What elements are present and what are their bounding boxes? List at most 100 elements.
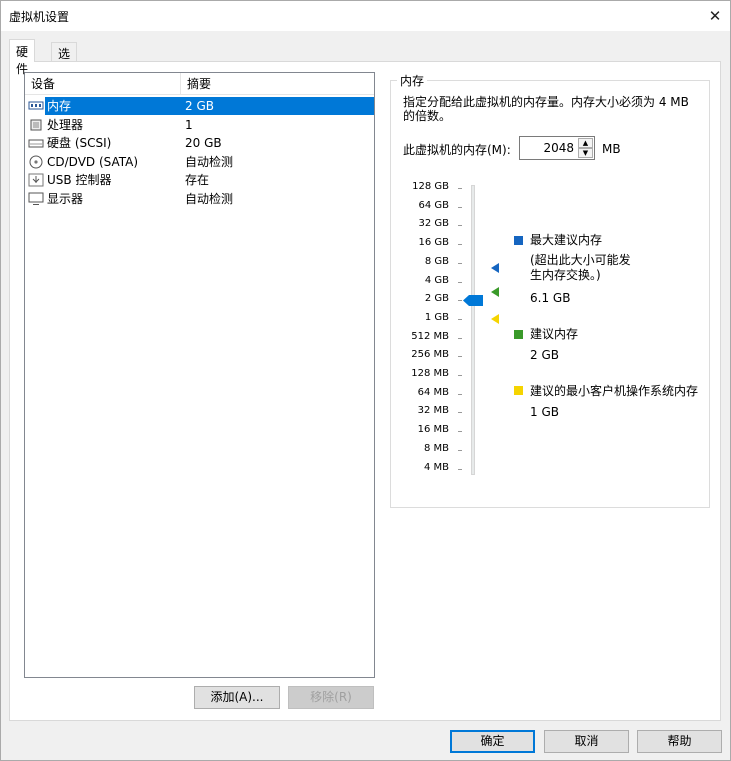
recommended-legend-title: 建议内存 xyxy=(530,327,579,341)
min-legend-swatch xyxy=(514,386,523,395)
scale-tick-mark xyxy=(458,393,462,395)
spin-down-button[interactable]: ▼ xyxy=(578,148,593,158)
device-name: USB 控制器 xyxy=(47,173,112,187)
scale-tick-label: 128 GB xyxy=(412,181,449,192)
scale-tick-mark xyxy=(458,262,462,264)
column-summary[interactable]: 摘要 xyxy=(181,73,374,95)
scale-tick-mark xyxy=(458,449,462,451)
scale-tick-mark xyxy=(458,468,462,470)
min-recommended-marker xyxy=(491,313,499,324)
scale-tick-label: 32 MB xyxy=(417,405,449,417)
scale-tick-mark xyxy=(458,206,462,208)
memory-size-stepper[interactable]: 2048 ▲ ▼ xyxy=(519,136,595,160)
scale-tick-label: 32 GB xyxy=(418,218,449,230)
usb-icon xyxy=(28,173,44,187)
scale-tick-label: 2 GB xyxy=(424,293,449,305)
hard-disk-icon xyxy=(28,139,44,148)
device-row-usb[interactable]: USB 控制器 存在 xyxy=(25,171,374,190)
scale-tick-mark xyxy=(458,412,462,414)
device-rows: 内存 2 GB 处理器 1 硬盘 (SCSI) 20 GB CD/DVD (SA… xyxy=(25,97,374,208)
vm-settings-dialog: 虚拟机设置 ✕ 硬件 选项 设备 摘要 内存 2 GB 处理器 xyxy=(0,0,731,761)
device-name: 硬盘 (SCSI) xyxy=(47,136,112,150)
max-legend-swatch xyxy=(514,236,523,245)
max-legend-value: 6.1 GB xyxy=(530,291,571,305)
min-legend-value: 1 GB xyxy=(530,405,559,419)
scale-tick-label: 512 MB xyxy=(411,330,449,342)
scale-tick-label: 64 GB xyxy=(418,199,449,211)
chevron-up-icon: ▲ xyxy=(582,139,589,147)
device-list[interactable]: 设备 摘要 内存 2 GB 处理器 1 硬盘 (SCSI) 20 GB CD/D… xyxy=(24,72,375,678)
device-row-processor[interactable]: 处理器 1 xyxy=(25,116,374,135)
scale-tick-mark xyxy=(458,356,462,358)
max-legend-title: 最大建议内存 xyxy=(530,233,603,247)
scale-tick-label: 4 GB xyxy=(424,274,449,286)
memory-slider-thumb[interactable] xyxy=(463,295,483,307)
scale-tick-label: 128 MB xyxy=(411,368,449,379)
device-summary: 自动检测 xyxy=(185,191,234,206)
scale-tick-mark xyxy=(458,188,462,189)
spin-up-button[interactable]: ▲ xyxy=(578,138,593,148)
recommended-legend-swatch xyxy=(514,330,523,339)
scale-tick-mark xyxy=(458,300,462,302)
memory-description: 指定分配给此虚拟机的内存量。内存大小必须为 4 MB 的倍数。 xyxy=(403,95,689,123)
scale-tick-mark xyxy=(458,225,462,227)
device-summary: 自动检测 xyxy=(185,154,234,169)
device-name: 内存 xyxy=(47,99,72,113)
device-row-hard-disk[interactable]: 硬盘 (SCSI) 20 GB xyxy=(25,134,374,153)
help-button[interactable]: 帮助 xyxy=(637,730,722,753)
memory-group: 内存 指定分配给此虚拟机的内存量。内存大小必须为 4 MB 的倍数。 此虚拟机的… xyxy=(390,72,711,508)
memory-scale: 最大建议内存 (超出此大小可能发生内存交换。) 6.1 GB 建议内存 2 GB… xyxy=(391,181,711,481)
memory-group-title: 内存 xyxy=(397,72,428,89)
close-icon: ✕ xyxy=(708,7,722,25)
recommended-marker xyxy=(491,287,499,298)
scale-tick-mark xyxy=(458,281,462,283)
scale-tick-mark xyxy=(458,244,462,246)
scale-tick-label: 8 MB xyxy=(423,442,449,454)
device-name: 处理器 xyxy=(47,117,84,132)
ok-button[interactable]: 确定 xyxy=(450,730,535,753)
device-row-cd-dvd[interactable]: CD/DVD (SATA) 自动检测 xyxy=(25,153,374,172)
device-row-memory[interactable]: 内存 2 GB xyxy=(25,97,374,116)
scale-tick-label: 16 GB xyxy=(418,237,449,249)
device-summary: 1 xyxy=(185,117,193,132)
device-name: 显示器 xyxy=(47,191,84,206)
memory-slider-track[interactable] xyxy=(471,185,475,475)
scale-tick-label: 256 MB xyxy=(411,349,449,361)
cancel-button[interactable]: 取消 xyxy=(544,730,629,753)
window-title: 虚拟机设置 xyxy=(9,10,70,24)
scale-tick-mark xyxy=(458,318,462,320)
memory-icon xyxy=(28,101,44,110)
tab-hardware[interactable]: 硬件 xyxy=(9,39,36,76)
device-row-display[interactable]: 显示器 自动检测 xyxy=(25,190,374,209)
scale-tick-label: 16 MB xyxy=(417,424,449,436)
add-device-button[interactable]: 添加(A)... xyxy=(194,686,280,709)
device-summary: 2 GB xyxy=(185,99,214,113)
memory-size-value[interactable]: 2048 xyxy=(543,141,574,155)
scale-tick-label: 1 GB xyxy=(424,311,449,323)
processor-icon xyxy=(30,119,42,130)
min-legend-title: 建议的最小客户机操作系统内存 xyxy=(530,384,699,398)
memory-field-label: 此虚拟机的内存(M): xyxy=(403,143,511,157)
display-icon xyxy=(28,192,44,205)
close-button[interactable]: ✕ xyxy=(700,1,730,31)
device-name: CD/DVD (SATA) xyxy=(47,154,139,169)
scale-tick-label: 8 GB xyxy=(424,255,449,267)
device-summary: 20 GB xyxy=(185,136,222,150)
list-header: 设备 摘要 xyxy=(25,73,374,95)
scale-tick-mark xyxy=(458,375,462,376)
tab-options[interactable]: 选项 xyxy=(51,42,78,78)
scale-tick-mark xyxy=(458,431,462,433)
hardware-panel: 设备 摘要 内存 2 GB 处理器 1 硬盘 (SCSI) 20 GB CD/D… xyxy=(9,61,721,721)
title-bar: 虚拟机设置 ✕ xyxy=(1,1,730,31)
memory-unit: MB xyxy=(602,142,621,156)
cd-dvd-icon xyxy=(29,155,43,168)
max-recommended-marker xyxy=(491,263,499,274)
remove-device-button[interactable]: 移除(R) xyxy=(288,686,374,709)
column-device[interactable]: 设备 xyxy=(25,73,181,95)
chevron-down-icon: ▼ xyxy=(582,149,589,157)
scale-tick-label: 4 MB xyxy=(423,461,449,473)
recommended-legend-value: 2 GB xyxy=(530,348,559,362)
device-summary: 存在 xyxy=(185,173,210,187)
max-legend-note: (超出此大小可能发生内存交换。) xyxy=(530,253,631,282)
scale-tick-mark xyxy=(458,337,462,339)
